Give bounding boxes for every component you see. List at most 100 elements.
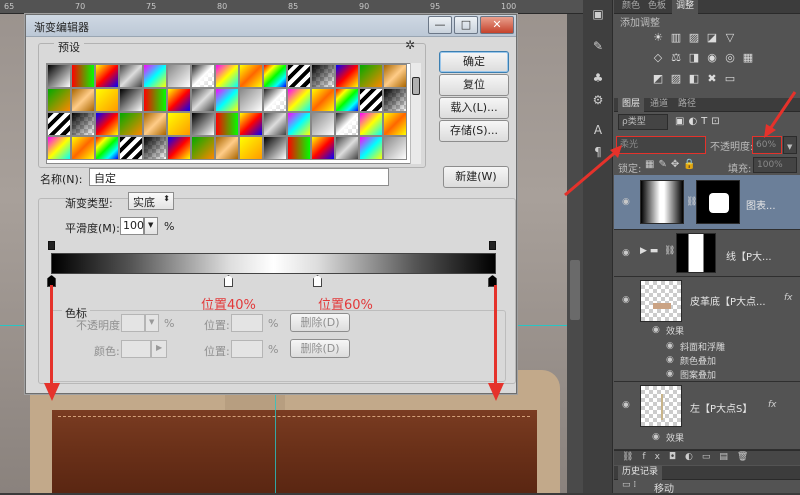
stop-color-arrow[interactable]: ▶ — [151, 340, 167, 358]
layer-row-leather[interactable]: ◉ 皮革底【P大点... fx ◉ 效果 ◉ 斜面和浮雕 ◉ 颜色叠加 ◉ 图案… — [614, 277, 800, 382]
preset-swatch[interactable] — [311, 136, 335, 160]
filter-icons[interactable]: ▣◐T⊡ — [675, 116, 724, 127]
preset-swatch[interactable] — [215, 112, 239, 136]
character-panel-icon[interactable]: A — [590, 122, 606, 138]
tab-paths[interactable]: 路径 — [674, 98, 700, 112]
layer-row-gradient[interactable]: ◉ ⛓ 图表... — [614, 175, 800, 230]
preset-swatch[interactable] — [263, 112, 287, 136]
preset-swatch[interactable] — [239, 88, 263, 112]
adjustment-icon[interactable]: ◪ — [705, 32, 719, 44]
preset-swatch[interactable] — [143, 136, 167, 160]
effects-eye-icon[interactable]: ◉ — [652, 432, 660, 442]
preset-swatch[interactable] — [71, 136, 95, 160]
preset-swatch[interactable] — [119, 136, 143, 160]
lock-icons[interactable]: ▦✎✥🔒 — [645, 159, 700, 170]
preset-swatch[interactable] — [215, 64, 239, 88]
reset-button[interactable]: 复位 — [439, 74, 509, 96]
preset-swatch[interactable] — [359, 136, 383, 160]
delete-opacity-stop-button[interactable]: 删除(D) — [290, 313, 350, 332]
preset-swatch[interactable] — [71, 112, 95, 136]
swatch-scroll-thumb[interactable] — [412, 77, 420, 95]
save-button[interactable]: 存储(S)... — [439, 120, 509, 142]
fx-icon[interactable]: fx — [784, 293, 793, 303]
preset-swatch[interactable] — [167, 88, 191, 112]
horizontal-ruler[interactable]: 65 70 75 80 85 90 95 100 — [0, 0, 583, 14]
tool-presets-icon[interactable]: ⚙ — [590, 92, 606, 108]
maximize-button[interactable]: □ — [454, 16, 478, 34]
preset-swatch[interactable] — [383, 88, 407, 112]
preset-swatch[interactable] — [335, 112, 359, 136]
preset-swatch[interactable] — [167, 136, 191, 160]
adjustment-icon[interactable]: ▦ — [741, 52, 755, 64]
preset-swatch[interactable] — [335, 64, 359, 88]
preset-swatch[interactable] — [311, 112, 335, 136]
close-button[interactable]: ✕ — [480, 16, 514, 34]
preset-swatch[interactable] — [47, 136, 71, 160]
ok-button[interactable]: 确定 — [439, 51, 509, 73]
preset-swatch[interactable] — [359, 112, 383, 136]
name-field[interactable]: 自定 — [89, 168, 389, 186]
delete-color-stop-button[interactable]: 删除(D) — [290, 339, 350, 358]
preset-swatch[interactable] — [167, 112, 191, 136]
adjustment-icon[interactable]: ▽ — [723, 32, 737, 44]
fx-icon[interactable]: fx — [768, 400, 777, 410]
preset-swatch[interactable] — [95, 112, 119, 136]
preset-swatch[interactable] — [71, 88, 95, 112]
minimize-button[interactable]: — — [428, 16, 452, 34]
adjustment-icon[interactable]: ☀ — [651, 32, 665, 44]
tab-color[interactable]: 颜色 — [618, 0, 644, 14]
adjustment-icon[interactable]: ▭ — [723, 73, 737, 85]
preset-swatch[interactable] — [47, 112, 71, 136]
effect-eye-icon[interactable]: ◉ — [666, 341, 674, 351]
preset-swatch[interactable] — [191, 112, 215, 136]
load-button[interactable]: 载入(L)... — [439, 97, 509, 119]
preset-swatch[interactable] — [263, 88, 287, 112]
stop-color-swatch[interactable] — [121, 340, 151, 358]
adjustment-icon[interactable]: ▨ — [669, 73, 683, 85]
preset-swatch[interactable] — [383, 136, 407, 160]
gear-icon[interactable]: ✲ — [405, 38, 415, 52]
layer-kind-filter[interactable]: ρ类型 — [618, 114, 668, 130]
dialog-titlebar[interactable]: 渐变编辑器 — □ ✕ — [26, 15, 516, 37]
link-chain-icon[interactable]: ⛓ — [664, 246, 675, 256]
preset-swatch[interactable] — [71, 64, 95, 88]
opacity-stop-left[interactable] — [48, 241, 55, 250]
smoothness-field[interactable]: 100 — [120, 217, 144, 235]
preset-swatch[interactable] — [359, 88, 383, 112]
tab-layers[interactable]: 图层 — [618, 98, 645, 112]
preset-swatch[interactable] — [311, 64, 335, 88]
layer-action-icons[interactable]: ⛓fx◘◐▭▤🗑 — [622, 452, 757, 462]
preset-swatch[interactable] — [119, 112, 143, 136]
canvas-scrollbar[interactable] — [567, 14, 583, 493]
visibility-eye-icon[interactable]: ◉ — [622, 400, 630, 410]
preset-swatch[interactable] — [287, 88, 311, 112]
adjustment-icon[interactable]: ◇ — [651, 52, 665, 64]
preset-swatch[interactable] — [335, 88, 359, 112]
effect-eye-icon[interactable]: ◉ — [666, 355, 674, 365]
preset-swatch[interactable] — [239, 64, 263, 88]
layer-row-left[interactable]: ◉ 左【P大点S】 fx ◉ 效果 — [614, 382, 800, 450]
layer-row-group[interactable]: ◉ ▶ ▬ ⛓ 线【P大... — [614, 230, 800, 277]
preset-swatch[interactable] — [95, 64, 119, 88]
preset-swatch[interactable] — [215, 88, 239, 112]
expand-triangle-icon[interactable]: ▶ ▬ — [640, 246, 658, 256]
preset-swatch[interactable] — [263, 64, 287, 88]
effect-eye-icon[interactable]: ◉ — [666, 369, 674, 379]
tab-history[interactable]: 历史记录 — [618, 466, 663, 480]
new-button[interactable]: 新建(W) — [443, 166, 509, 188]
color-location-field[interactable] — [231, 340, 263, 358]
preset-swatch[interactable] — [167, 64, 191, 88]
opacity-stop-right[interactable] — [489, 241, 496, 250]
history-panel-icon[interactable]: ▣ — [590, 6, 606, 22]
tab-swatches[interactable]: 色板 — [644, 0, 670, 14]
brush-panel-icon[interactable]: ✎ — [590, 38, 606, 54]
preset-swatch[interactable] — [287, 64, 311, 88]
preset-swatch[interactable] — [191, 64, 215, 88]
preset-swatch[interactable] — [47, 64, 71, 88]
gradient-type-select[interactable]: 实底 ⬍ — [128, 192, 174, 210]
stop-opacity-field[interactable] — [121, 314, 145, 332]
adjustment-icon[interactable]: ✖ — [705, 73, 719, 85]
preset-swatch[interactable] — [143, 88, 167, 112]
preset-swatch[interactable] — [119, 88, 143, 112]
preset-swatch[interactable] — [359, 64, 383, 88]
